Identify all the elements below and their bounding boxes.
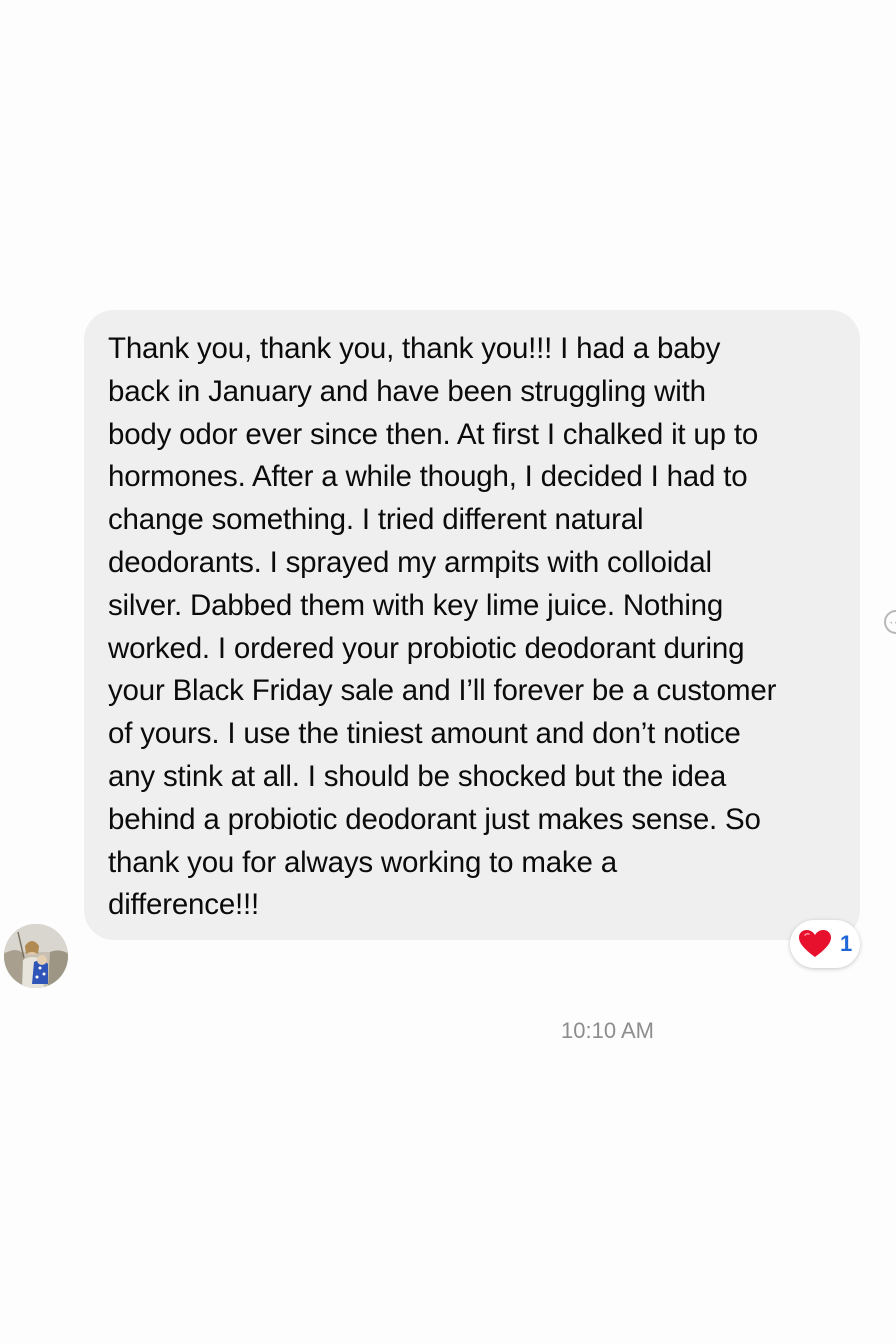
- more-options-icon[interactable]: ⋯: [884, 610, 896, 634]
- message-text: Thank you, thank you, thank you!!! I had…: [108, 332, 777, 922]
- heart-icon: [799, 930, 831, 957]
- reaction-count: 1: [840, 931, 853, 956]
- sender-avatar[interactable]: [4, 924, 68, 988]
- reaction-badge[interactable]: 1: [790, 920, 860, 968]
- conversation-view: Thank you, thank you, thank you!!! I had…: [0, 0, 896, 1344]
- message-bubble[interactable]: Thank you, thank you, thank you!!! I had…: [84, 310, 860, 940]
- message-timestamp: 10:10 AM: [561, 1018, 654, 1043]
- avatar-photo: [4, 924, 68, 988]
